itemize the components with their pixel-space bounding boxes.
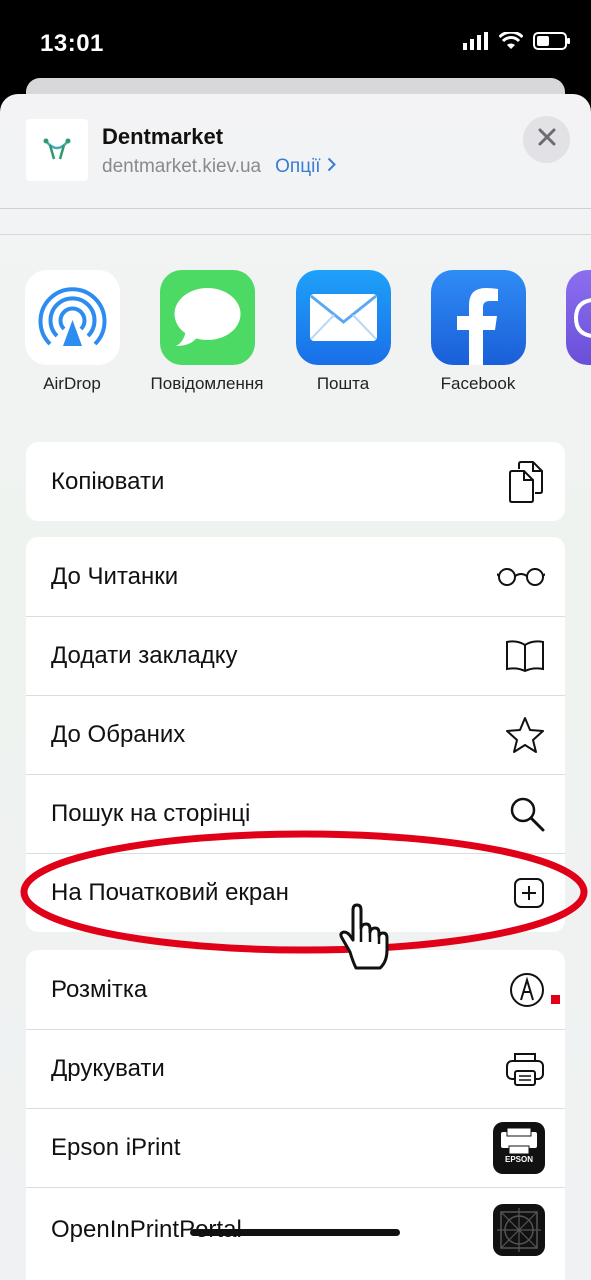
app-label: Повідомлення bbox=[150, 374, 264, 393]
battery-icon bbox=[533, 32, 571, 55]
signal-icon bbox=[463, 32, 489, 55]
book-icon bbox=[505, 639, 545, 673]
openinprintportal-app-icon bbox=[493, 1203, 545, 1256]
action-label: До Читанки bbox=[51, 562, 179, 590]
viber-icon bbox=[573, 298, 591, 343]
app-label: Facebook bbox=[440, 374, 516, 393]
site-url-row: dentmarket.kiev.ua Опції bbox=[102, 156, 336, 178]
wifi-icon bbox=[498, 30, 524, 55]
action-label: На Початковий екран bbox=[51, 879, 289, 906]
status-time: 13:01 bbox=[40, 30, 104, 57]
star-icon bbox=[505, 716, 545, 754]
action-label: Epson iPrint bbox=[51, 1134, 181, 1161]
action-label: Додати закладку bbox=[51, 642, 238, 669]
action-find-on-page[interactable]: Пошук на сторінці bbox=[26, 774, 565, 853]
markup-pen-icon bbox=[509, 972, 545, 1008]
airdrop-icon bbox=[24, 270, 120, 365]
search-icon bbox=[509, 796, 545, 832]
action-label: Розмітка bbox=[51, 975, 148, 1003]
plus-square-icon bbox=[513, 877, 545, 909]
options-label: Опції bbox=[275, 156, 321, 177]
copy-icon bbox=[507, 460, 545, 503]
share-sheet-header: Dentmarket dentmarket.kiev.ua Опції bbox=[0, 94, 591, 208]
action-bookmark[interactable]: Додати закладку bbox=[26, 616, 565, 695]
chevron-right-icon bbox=[327, 156, 336, 178]
action-label: Копіювати bbox=[51, 467, 165, 495]
site-title: Dentmarket bbox=[102, 124, 224, 149]
epson-app-icon: EPSON bbox=[493, 1122, 545, 1174]
site-favicon-icon bbox=[26, 119, 88, 181]
action-epson-iprint[interactable]: Epson iPrint EPSON bbox=[26, 1108, 565, 1187]
mail-icon bbox=[295, 270, 391, 365]
action-markup[interactable]: Розмітка bbox=[26, 950, 565, 1029]
action-print[interactable]: Друкувати bbox=[26, 1029, 565, 1108]
copy-group: Копіювати bbox=[26, 442, 565, 521]
options-link[interactable]: Опції bbox=[275, 156, 336, 178]
app-facebook[interactable]: Facebook bbox=[408, 270, 548, 394]
app-messages[interactable]: Повідомлення bbox=[137, 270, 277, 394]
header-divider bbox=[0, 208, 591, 209]
printer-icon bbox=[505, 1051, 545, 1087]
app-viber-partial[interactable] bbox=[566, 270, 591, 365]
actions-group: До Читанки Додати закладку До Обраних По… bbox=[26, 537, 565, 932]
close-icon bbox=[538, 128, 556, 151]
facebook-icon bbox=[430, 270, 526, 365]
action-copy[interactable]: Копіювати bbox=[26, 442, 565, 521]
site-url: dentmarket.kiev.ua bbox=[102, 156, 262, 177]
messages-icon bbox=[159, 270, 255, 365]
action-label: Друкувати bbox=[51, 1055, 165, 1082]
app-label: AirDrop bbox=[43, 374, 101, 393]
app-mail[interactable]: Пошта bbox=[273, 270, 413, 394]
home-indicator bbox=[190, 1229, 400, 1236]
action-label: Пошук на сторінці bbox=[51, 800, 251, 827]
action-reader[interactable]: До Читанки bbox=[26, 537, 565, 616]
close-button[interactable] bbox=[523, 116, 570, 163]
share-sheet: Dentmarket dentmarket.kiev.ua Опції AirD… bbox=[0, 94, 591, 1280]
epson-badge: EPSON bbox=[504, 1155, 533, 1164]
action-add-to-home-screen[interactable]: На Початковий екран bbox=[26, 853, 565, 932]
glasses-icon bbox=[497, 566, 545, 588]
section-divider bbox=[0, 234, 591, 235]
action-label: До Обраних bbox=[51, 721, 186, 748]
app-airdrop[interactable]: AirDrop bbox=[2, 270, 142, 394]
app-label: Пошта bbox=[316, 374, 370, 393]
action-favorites[interactable]: До Обраних bbox=[26, 695, 565, 774]
status-bar: 13:01 bbox=[0, 0, 591, 86]
red-marker bbox=[551, 995, 560, 1004]
status-icons bbox=[463, 30, 571, 55]
share-apps-row: AirDrop Повідомлення Пошта Facebook bbox=[0, 270, 591, 400]
